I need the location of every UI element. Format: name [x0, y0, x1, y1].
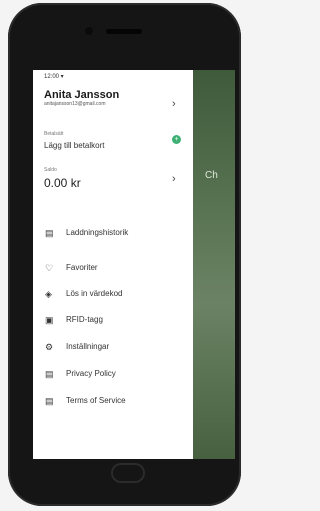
menu-label: RFID-tagg	[66, 315, 103, 324]
menu-label: Inställningar	[66, 342, 110, 351]
tag-icon: ◈	[45, 289, 52, 299]
gear-icon: ⚙	[45, 342, 54, 352]
receipt-icon: ▤	[45, 228, 54, 238]
menu-label: Privacy Policy	[66, 369, 116, 378]
heart-icon: ♡	[45, 263, 54, 273]
menu-label: Lös in värdekod	[66, 289, 123, 298]
menu-label: Favoriter	[66, 263, 98, 272]
rfid-icon: ▣	[45, 315, 54, 325]
status-time: 12:00 ▾	[44, 74, 64, 80]
add-badge-icon: +	[172, 135, 181, 144]
camera-icon	[85, 27, 93, 35]
screen: Ch 12:00 ▾ Anita Jansson anitajansson13@…	[33, 70, 235, 459]
menu-label: Terms of Service	[66, 396, 126, 405]
menu-label: Laddningshistorik	[66, 228, 129, 237]
menu-settings[interactable]: ⚙ Inställningar	[45, 339, 185, 367]
navigation-drawer: 12:00 ▾ Anita Jansson anitajansson13@gma…	[33, 70, 193, 459]
menu-rfid-tag[interactable]: ▣ RFID-tagg	[45, 312, 185, 340]
document-icon: ▤	[45, 369, 54, 379]
chevron-right-icon: ›	[172, 98, 176, 110]
user-email: anitajansson13@gmail.com	[44, 101, 106, 107]
home-button[interactable]	[111, 463, 145, 483]
balance-label: Saldo	[44, 167, 57, 173]
menu-privacy-policy[interactable]: ▤ Privacy Policy	[45, 366, 185, 394]
document-icon: ▤	[45, 396, 54, 406]
background-text: Ch	[205, 170, 218, 181]
add-payment-card-link: Lägg till betalkort	[44, 141, 105, 150]
payment-label: Betalsätt	[44, 131, 64, 137]
menu-redeem-code[interactable]: ◈ Lös in värdekod	[45, 286, 185, 314]
chevron-right-icon: ›	[172, 173, 176, 185]
user-name: Anita Jansson	[44, 89, 120, 101]
menu-terms-of-service[interactable]: ▤ Terms of Service	[45, 393, 185, 421]
speaker-grille	[106, 29, 142, 34]
menu-favorites[interactable]: ♡ Favoriter	[45, 260, 185, 288]
balance-amount: 0.00 kr	[44, 176, 81, 190]
menu-charging-history[interactable]: ▤ Laddningshistorik	[45, 225, 185, 253]
phone-frame: Ch 12:00 ▾ Anita Jansson anitajansson13@…	[8, 3, 241, 506]
background-map	[193, 70, 235, 459]
